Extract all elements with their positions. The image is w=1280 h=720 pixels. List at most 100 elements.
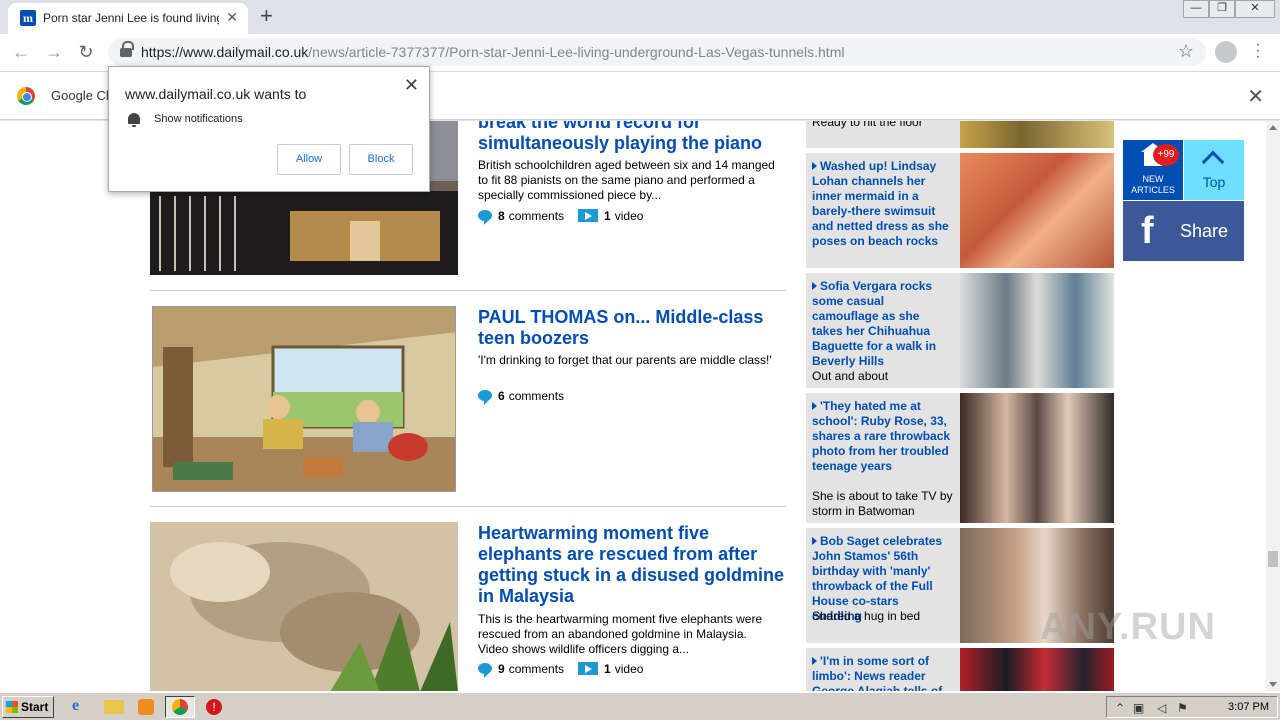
chrome-logo-icon	[17, 87, 35, 105]
cartoon-image[interactable]	[152, 306, 456, 492]
page-scrollbar[interactable]	[1266, 121, 1280, 691]
network-icon[interactable]: ▣	[1133, 701, 1144, 715]
story-description: British schoolchildren aged between six …	[478, 158, 775, 202]
tray-expand-icon[interactable]: ⌃	[1115, 701, 1125, 715]
story-description: 'I'm drinking to forget that our parents…	[478, 353, 772, 367]
chrome-icon	[172, 699, 188, 715]
story-description: This is the heartwarming moment five ele…	[478, 612, 763, 656]
block-button[interactable]: Block	[349, 144, 413, 175]
scroll-thumb[interactable]	[1268, 551, 1278, 567]
comment-count[interactable]: 6	[498, 389, 505, 403]
scroll-down-icon[interactable]	[1269, 682, 1277, 687]
comments-label[interactable]: comments	[509, 209, 564, 223]
infobar-close-icon[interactable]: ✕	[1247, 84, 1264, 109]
url-path: /news/article-7377377/Porn-star-Jenni-Le…	[308, 44, 845, 60]
url-text: https://www.dailymail.co.uk/news/article…	[141, 44, 844, 60]
profile-avatar-icon[interactable]	[1215, 41, 1237, 63]
sidebar-title[interactable]: 'They hated me at school': Ruby Rose, 33…	[812, 399, 952, 474]
sidebar-subtitle: Out and about	[812, 369, 889, 383]
video-play-icon[interactable]	[578, 209, 599, 222]
permission-text: Show notifications	[154, 113, 243, 125]
back-arrow-icon[interactable]: ←	[10, 42, 32, 63]
video-label[interactable]: video	[615, 662, 644, 676]
sidebar-thumbnail[interactable]	[960, 648, 1114, 691]
sidebar-title[interactable]: Sofia Vergara rocks some casual camoufla…	[812, 279, 952, 369]
share-label: Share	[1180, 221, 1229, 241]
start-button[interactable]: Start	[2, 696, 54, 718]
story-meta: 6 comments	[478, 389, 564, 405]
window-close-button[interactable]: ✕	[1235, 0, 1275, 18]
story-item[interactable]: Heartwarming moment five elephants are r…	[150, 522, 786, 691]
internet-explorer-icon[interactable]: e	[72, 697, 92, 717]
sidebar-thumbnail[interactable]	[960, 393, 1114, 523]
url-host: https://www.dailymail.co.uk	[141, 44, 309, 60]
video-play-icon[interactable]	[578, 662, 599, 675]
story-item[interactable]: PAUL THOMAS on... Middle-class teen booz…	[150, 306, 786, 492]
facebook-share-button[interactable]: f Share	[1123, 201, 1244, 261]
lock-icon[interactable]	[120, 41, 134, 57]
sidebar-subtitle: Ready to hit the floor	[812, 121, 923, 129]
sidebar-title[interactable]: Washed up! Lindsay Lohan channels her in…	[812, 159, 952, 249]
folder-icon[interactable]	[104, 700, 124, 714]
dialog-close-icon[interactable]: ✕	[404, 75, 419, 96]
sidebar-title[interactable]: 'I'm in some sort of limbo': News reader…	[812, 654, 952, 691]
chrome-menu-icon[interactable]: · · ·	[1254, 37, 1262, 65]
system-tray: ⌃ ▣ ◁ ⚑ 3:07 PM	[1106, 696, 1278, 718]
back-to-top-button[interactable]: Top	[1184, 140, 1244, 200]
browser-titlebar: m Porn star Jenni Lee is found living in…	[0, 0, 1280, 34]
scroll-up-icon[interactable]	[1269, 125, 1277, 130]
story-divider	[150, 506, 786, 507]
comment-bubble-icon[interactable]	[478, 210, 492, 225]
story-headline[interactable]: Heartwarming moment five elephants are r…	[478, 523, 788, 607]
sidebar-item[interactable]: 'They hated me at school': Ruby Rose, 33…	[806, 393, 1114, 523]
restore-button[interactable]: ❐	[1209, 0, 1235, 18]
dialog-title: www.dailymail.co.uk wants to	[125, 86, 307, 102]
chrome-taskbar-button[interactable]	[165, 696, 195, 718]
tab-close-icon[interactable]: ✕	[226, 9, 238, 26]
comment-bubble-icon[interactable]	[478, 663, 492, 678]
sidebar-item[interactable]: 'I'm in some sort of limbo': News reader…	[806, 648, 1114, 691]
flag-icon[interactable]: ⚑	[1177, 701, 1188, 715]
video-count[interactable]: 1	[604, 209, 611, 223]
story-meta: 8 comments 1 video	[478, 209, 644, 225]
video-count[interactable]: 1	[604, 662, 611, 676]
reload-icon[interactable]: ↻	[75, 42, 97, 63]
volume-icon[interactable]: ◁	[1157, 701, 1166, 715]
bell-icon	[128, 113, 140, 127]
story-headline[interactable]: PAUL THOMAS on... Middle-class teen booz…	[478, 307, 788, 349]
windows-logo-icon	[6, 701, 18, 713]
notification-permission-dialog: www.dailymail.co.uk wants to ✕ Show noti…	[108, 66, 430, 192]
clock[interactable]: 3:07 PM	[1228, 701, 1269, 713]
watermark-logo: ANY.RUN	[1040, 606, 1216, 648]
comment-count[interactable]: 9	[498, 662, 505, 676]
address-bar[interactable]: https://www.dailymail.co.uk/news/article…	[108, 38, 1206, 66]
story-headline[interactable]: break the world record for simultaneousl…	[478, 121, 788, 154]
minimize-button[interactable]: —	[1183, 0, 1209, 18]
sidebar-item[interactable]: Sofia Vergara rocks some casual camoufla…	[806, 273, 1114, 388]
allow-button[interactable]: Allow	[277, 144, 341, 175]
comments-label[interactable]: comments	[509, 389, 564, 403]
comments-label[interactable]: comments	[509, 662, 564, 676]
video-label[interactable]: video	[615, 209, 644, 223]
chevron-up-icon	[1201, 150, 1225, 174]
sidebar-item[interactable]: Washed up! Lindsay Lohan channels her in…	[806, 153, 1114, 268]
forward-arrow-icon[interactable]: →	[43, 42, 65, 63]
infobar-text: Google Ch	[51, 88, 114, 103]
new-count-badge: +99	[1153, 144, 1179, 166]
comment-count[interactable]: 8	[498, 209, 505, 223]
start-label: Start	[21, 700, 49, 714]
windows-taskbar: Start e ! ⌃ ▣ ◁ ⚑ 3:07 PM	[0, 692, 1280, 720]
sidebar-thumbnail[interactable]	[960, 153, 1114, 268]
bookmark-star-icon[interactable]: ☆	[1178, 41, 1194, 62]
sidebar-item[interactable]: Ready to hit the floor	[806, 121, 1114, 148]
new-tab-button[interactable]: +	[260, 4, 273, 28]
browser-tab[interactable]: m Porn star Jenni Lee is found living in…	[8, 3, 248, 34]
sidebar-thumbnail[interactable]	[960, 273, 1114, 388]
elephant-image[interactable]	[150, 522, 458, 691]
security-tool-icon[interactable]: !	[206, 699, 222, 715]
sidebar-thumbnail[interactable]	[960, 121, 1114, 148]
new-articles-button[interactable]: +99 NEW ARTICLES	[1123, 140, 1183, 200]
comment-bubble-icon[interactable]	[478, 390, 492, 405]
media-player-icon[interactable]	[138, 699, 154, 715]
top-label: Top	[1202, 174, 1226, 190]
